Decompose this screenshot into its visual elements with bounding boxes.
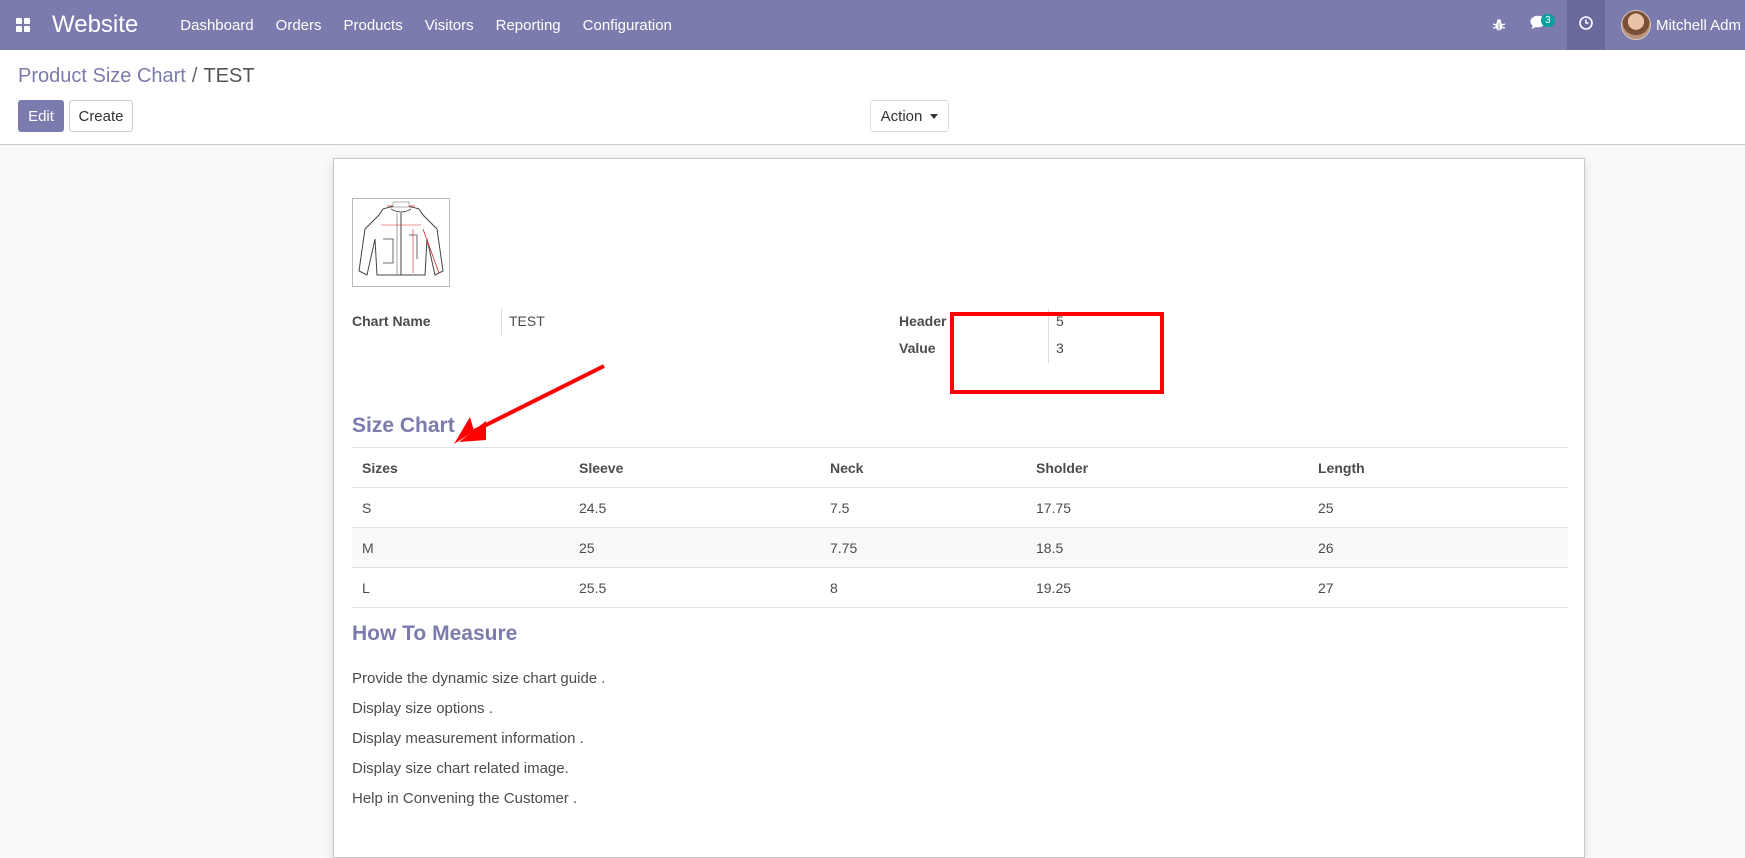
chart-name-value: TEST	[509, 313, 545, 329]
breadcrumb-parent-link[interactable]: Product Size Chart	[18, 65, 186, 87]
column-header: Sleeve	[569, 447, 820, 488]
breadcrumb-current: TEST	[203, 65, 255, 87]
list-item: Provide the dynamic size chart guide .	[352, 670, 606, 687]
size-chart-image	[352, 198, 450, 287]
table-cell: M	[352, 527, 569, 568]
table-cell: 25	[569, 527, 820, 568]
column-header: Sholder	[1026, 447, 1308, 488]
table-cell: L	[352, 567, 569, 608]
list-item: Display size options .	[352, 700, 493, 717]
menu-reporting[interactable]: Reporting	[496, 17, 561, 34]
column-header: Neck	[820, 447, 1026, 488]
form-sheet: Chart Name TEST Header 5 Value 3 Size Ch…	[333, 158, 1585, 858]
table-header-row: Sizes Sleeve Neck Sholder Length	[352, 447, 1568, 488]
header-label: Header	[899, 313, 947, 329]
user-menu[interactable]: Mitchell Adm	[1620, 0, 1745, 50]
table-cell: 26	[1308, 527, 1568, 568]
chart-name-divider	[501, 309, 502, 335]
table-cell: 18.5	[1026, 527, 1308, 568]
how-to-measure-title: How To Measure	[352, 622, 518, 645]
menu-orders[interactable]: Orders	[276, 17, 322, 34]
main-menu: Dashboard Orders Products Visitors Repor…	[180, 17, 694, 34]
avatar	[1620, 10, 1651, 40]
menu-visitors[interactable]: Visitors	[425, 17, 474, 34]
action-dropdown-button[interactable]: Action	[870, 100, 949, 132]
table-cell: 17.75	[1026, 487, 1308, 528]
table-cell: 19.25	[1026, 567, 1308, 608]
control-panel: Product Size Chart / TEST Edit Create Acti…	[0, 50, 1745, 145]
bug-icon[interactable]	[1479, 0, 1519, 50]
apps-grid-icon[interactable]	[0, 0, 46, 50]
app-brand[interactable]: Website	[52, 11, 138, 39]
menu-products[interactable]: Products	[344, 17, 403, 34]
table-cell: 27	[1308, 567, 1568, 608]
list-item: Help in Convening the Customer .	[352, 790, 578, 807]
column-header: Length	[1308, 447, 1568, 488]
annotation-highlight-box	[950, 312, 1164, 394]
table-cell: 25	[1308, 487, 1568, 528]
create-button[interactable]: Create	[69, 100, 133, 132]
top-navbar: Website Dashboard Orders Products Visito…	[0, 0, 1745, 50]
table-row: M 25 7.75 18.5 26	[352, 527, 1568, 568]
edit-button[interactable]: Edit	[18, 100, 64, 132]
breadcrumb: Product Size Chart / TEST	[18, 65, 255, 88]
list-item: Display size chart related image.	[352, 760, 569, 777]
table-cell: 7.75	[820, 527, 1026, 568]
how-to-measure-list: Provide the dynamic size chart guide . D…	[352, 664, 605, 814]
column-header: Sizes	[352, 447, 569, 488]
navbar-systray: 3 Mitchell Adm	[1479, 0, 1745, 50]
user-name: Mitchell Adm	[1655, 16, 1741, 34]
table-cell: 25.5	[569, 567, 820, 608]
table-row: L 25.5 8 19.25 27	[352, 567, 1568, 608]
menu-dashboard[interactable]: Dashboard	[180, 17, 253, 34]
table-cell: S	[352, 487, 569, 528]
list-item: Display measurement information .	[352, 730, 584, 747]
table-cell: 7.5	[820, 487, 1026, 528]
caret-down-icon	[930, 113, 939, 119]
value-label: Value	[899, 340, 936, 356]
messaging-menu[interactable]: 3	[1519, 0, 1559, 50]
size-chart-table: Sizes Sleeve Neck Sholder Length S 24.5 …	[352, 447, 1568, 608]
table-cell: 24.5	[569, 487, 820, 528]
table-cell: 8	[820, 567, 1026, 608]
menu-configuration[interactable]: Configuration	[583, 17, 672, 34]
breadcrumb-separator: /	[191, 65, 198, 87]
action-label: Action	[880, 107, 923, 125]
activity-menu[interactable]	[1566, 0, 1605, 50]
chart-name-label: Chart Name	[352, 313, 431, 329]
chat-count-badge: 3	[1540, 14, 1555, 27]
clock-icon	[1579, 15, 1593, 35]
size-chart-title: Size Chart	[352, 414, 455, 437]
table-row: S 24.5 7.5 17.75 25	[352, 487, 1568, 528]
